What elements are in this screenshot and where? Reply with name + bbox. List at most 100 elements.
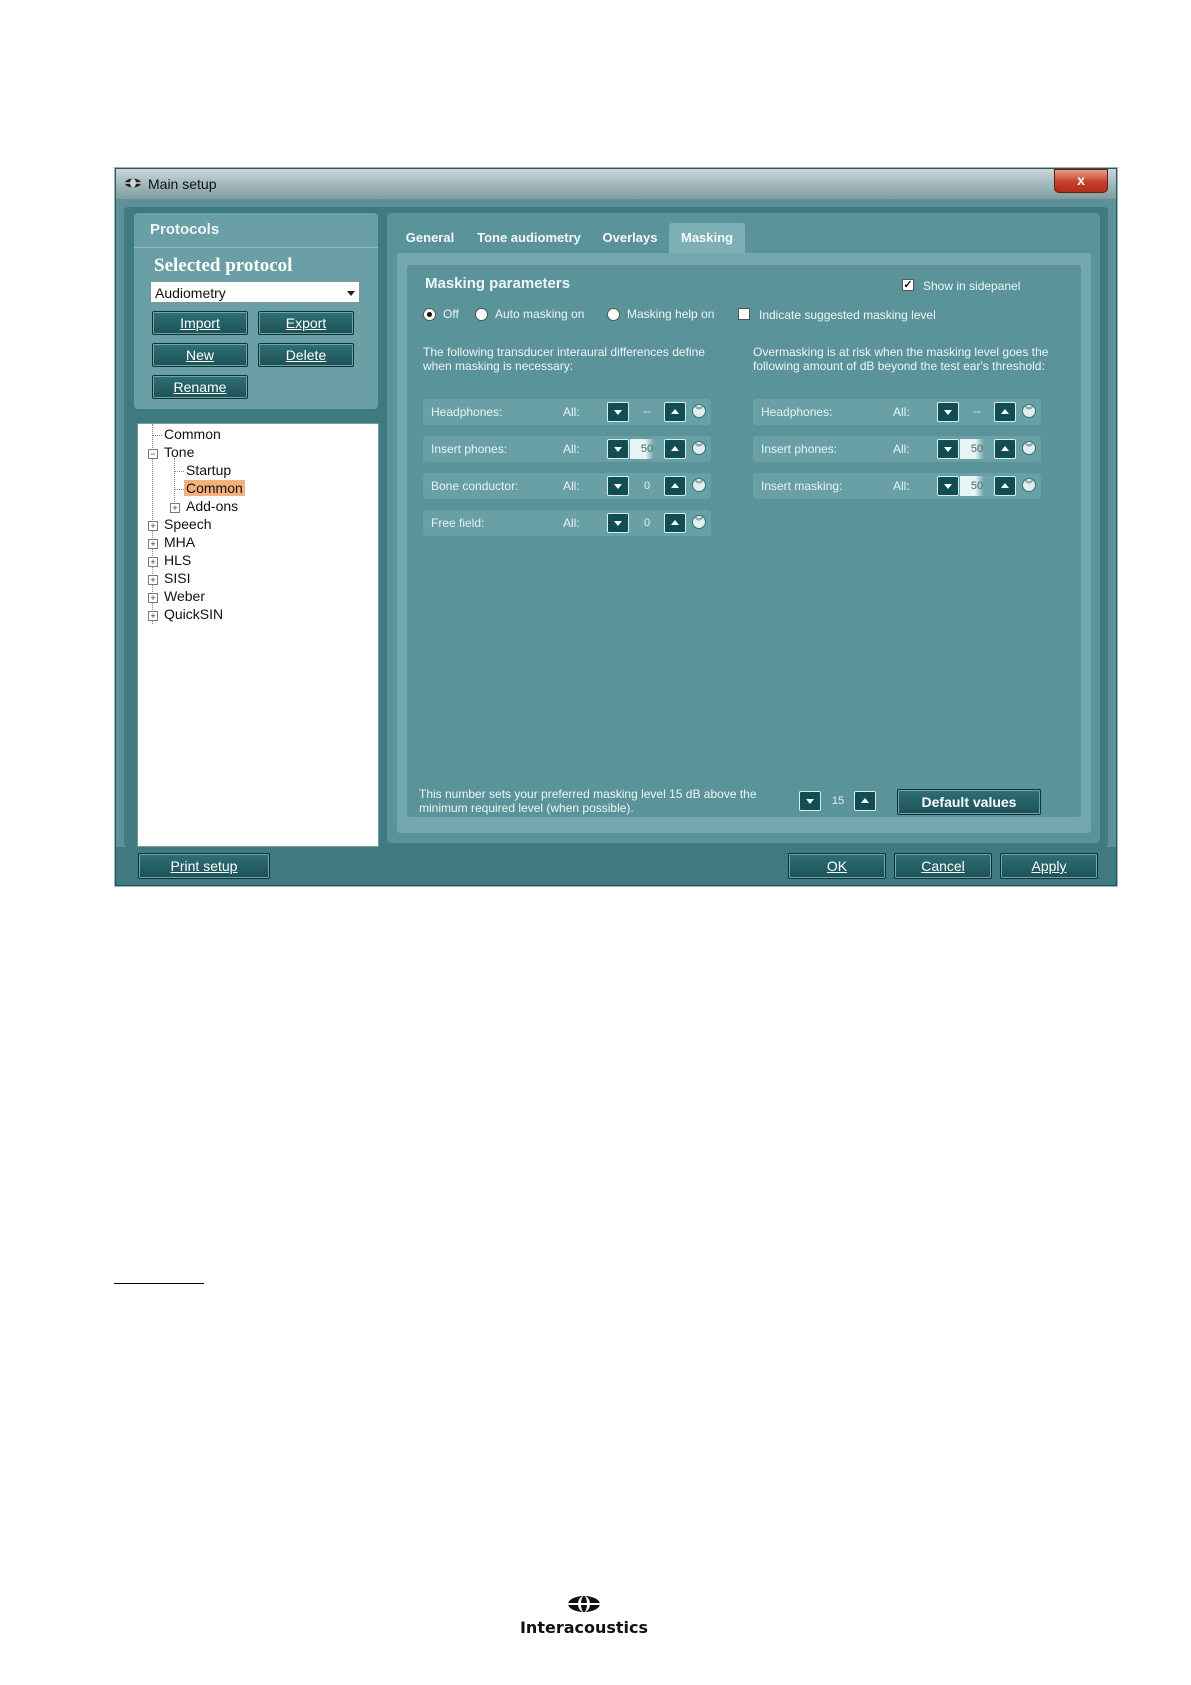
increase-button[interactable] <box>994 476 1016 496</box>
row-value: 50 <box>630 439 664 459</box>
settings-panel: General Tone audiometry Overlays Masking… <box>387 213 1100 843</box>
row-value: 0 <box>643 517 651 529</box>
import-button[interactable]: Import <box>152 311 248 335</box>
row-value: 0 <box>643 480 651 492</box>
collapse-icon[interactable]: − <box>148 449 158 459</box>
new-button[interactable]: New <box>152 343 248 367</box>
double-chevron-down-icon[interactable]: ︾ <box>1022 478 1036 492</box>
increase-button[interactable] <box>664 402 686 422</box>
increase-button[interactable] <box>664 513 686 533</box>
decrease-button[interactable] <box>607 439 629 459</box>
all-label: All: <box>563 442 580 456</box>
protocol-select[interactable]: Audiometry <box>150 281 360 303</box>
main-setup-window: Main setup x Protocols Selected protocol… <box>115 168 1117 886</box>
left-row-bone-conductor: Bone conductor: All: 0 ︾ <box>423 473 711 499</box>
rename-button[interactable]: Rename <box>152 375 248 399</box>
masking-tab-content: Masking parameters ✓ Show in sidepanel O… <box>397 253 1091 833</box>
tab-masking[interactable]: Masking <box>669 223 745 253</box>
double-chevron-down-icon[interactable]: ︾ <box>1022 441 1036 455</box>
expand-icon[interactable]: + <box>170 503 180 513</box>
brand-name: Interacoustics <box>519 1618 649 1637</box>
ok-button[interactable]: OK <box>788 853 886 879</box>
apply-button[interactable]: Apply <box>1000 853 1098 879</box>
double-chevron-down-icon[interactable]: ︾ <box>692 478 706 492</box>
tree-item-common[interactable]: Common <box>164 426 221 442</box>
expand-icon[interactable]: + <box>148 593 158 603</box>
tab-overlays[interactable]: Overlays <box>595 223 665 253</box>
increase-button[interactable] <box>994 439 1016 459</box>
increase-button[interactable] <box>664 476 686 496</box>
row-label: Bone conductor: <box>431 479 519 493</box>
tree-item-mha[interactable]: MHA <box>164 534 195 550</box>
decrease-button[interactable] <box>937 439 959 459</box>
tab-tone-audiometry[interactable]: Tone audiometry <box>467 223 591 253</box>
indicate-suggested-checkbox[interactable] <box>738 308 750 320</box>
print-setup-button[interactable]: Print setup <box>138 853 270 879</box>
double-chevron-down-icon[interactable]: ︾ <box>1022 404 1036 418</box>
tree-item-speech[interactable]: Speech <box>164 516 211 532</box>
chevron-down-icon <box>347 291 355 296</box>
all-label: All: <box>563 479 580 493</box>
right-row-insert-masking: Insert masking: All: 50 ︾ <box>753 473 1041 499</box>
close-button[interactable]: x <box>1054 169 1108 193</box>
decrease-button[interactable] <box>937 476 959 496</box>
preferred-level-value: 15 <box>831 795 845 807</box>
row-label: Free field: <box>431 516 485 530</box>
mode-off-radio[interactable] <box>423 308 436 321</box>
protocols-header: Protocols <box>150 221 220 238</box>
decrease-button[interactable] <box>607 513 629 533</box>
preferred-level-note: This number sets your preferred masking … <box>419 787 757 815</box>
tree-item-quicksin[interactable]: QuickSIN <box>164 606 223 622</box>
decrease-button[interactable] <box>937 402 959 422</box>
tab-general[interactable]: General <box>397 223 463 253</box>
brand-logo-icon <box>568 1596 600 1612</box>
selected-protocol-label: Selected protocol <box>154 255 293 276</box>
preferred-level-increase-button[interactable] <box>854 791 876 811</box>
expand-icon[interactable]: + <box>148 575 158 585</box>
interaural-description: The following transducer interaural diff… <box>423 345 705 373</box>
masking-help-radio[interactable] <box>607 308 620 321</box>
tree-item-tone[interactable]: Tone <box>164 444 194 460</box>
mode-off-label: Off <box>443 307 459 321</box>
double-chevron-down-icon[interactable]: ︾ <box>692 404 706 418</box>
row-value: -- <box>643 406 651 418</box>
tree-item-tone-common[interactable]: Common <box>184 480 245 496</box>
masking-parameters-title: Masking parameters <box>425 275 571 292</box>
all-label: All: <box>563 405 580 419</box>
expand-icon[interactable]: + <box>148 521 158 531</box>
expand-icon[interactable]: + <box>148 539 158 549</box>
window-title: Main setup <box>148 176 217 192</box>
tree-item-add-ons[interactable]: Add-ons <box>186 498 238 514</box>
row-label: Headphones: <box>431 405 503 419</box>
increase-button[interactable] <box>994 402 1016 422</box>
row-label: Headphones: <box>761 405 833 419</box>
auto-masking-radio[interactable] <box>475 308 488 321</box>
double-chevron-down-icon[interactable]: ︾ <box>692 515 706 529</box>
row-label: Insert phones: <box>431 442 508 456</box>
row-value: -- <box>973 406 981 418</box>
cancel-button[interactable]: Cancel <box>894 853 992 879</box>
tree-item-weber[interactable]: Weber <box>164 588 205 604</box>
expand-icon[interactable]: + <box>148 557 158 567</box>
double-chevron-down-icon[interactable]: ︾ <box>692 441 706 455</box>
masking-help-label: Masking help on <box>627 307 715 321</box>
increase-button[interactable] <box>664 439 686 459</box>
right-row-insert-phones: Insert phones: All: 50 ︾ <box>753 436 1041 462</box>
divider <box>114 1283 204 1284</box>
title-bar[interactable]: Main setup x <box>116 169 1116 199</box>
default-values-button[interactable]: Default values <box>897 789 1041 815</box>
tree-item-startup[interactable]: Startup <box>186 462 231 478</box>
left-row-insert-phones: Insert phones: All: 50 ︾ <box>423 436 711 462</box>
row-label: Insert phones: <box>761 442 838 456</box>
decrease-button[interactable] <box>607 402 629 422</box>
export-button[interactable]: Export <box>258 311 354 335</box>
tree-item-hls[interactable]: HLS <box>164 552 191 568</box>
delete-button[interactable]: Delete <box>258 343 354 367</box>
preferred-level-decrease-button[interactable] <box>799 791 821 811</box>
tree-item-sisi[interactable]: SISI <box>164 570 190 586</box>
decrease-button[interactable] <box>607 476 629 496</box>
expand-icon[interactable]: + <box>148 611 158 621</box>
show-in-sidepanel-checkbox[interactable]: ✓ <box>902 279 914 291</box>
overmasking-description: Overmasking is at risk when the masking … <box>753 345 1049 373</box>
protocols-panel: Protocols Selected protocol Audiometry I… <box>134 213 378 409</box>
